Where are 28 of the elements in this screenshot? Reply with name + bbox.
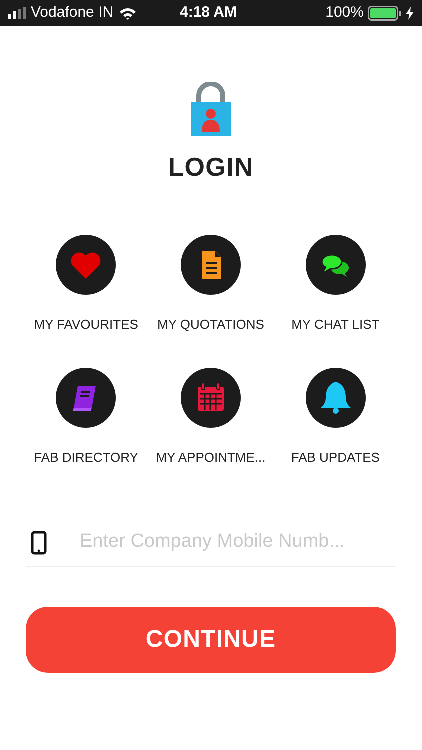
menu-tile[interactable]: MY QUOTATIONS bbox=[148, 235, 274, 334]
wifi-icon bbox=[118, 6, 137, 20]
menu-label: FAB DIRECTORY bbox=[34, 448, 138, 466]
bell-icon bbox=[306, 368, 366, 428]
chat-bubbles-icon bbox=[306, 235, 366, 295]
clock-time: 4:18 AM bbox=[180, 2, 237, 23]
battery-icon bbox=[368, 6, 402, 20]
menu-tile[interactable]: MY CHAT LIST bbox=[273, 235, 398, 334]
menu-tile[interactable]: FAB DIRECTORY bbox=[24, 368, 149, 467]
menu-label: MY APPOINTME... bbox=[156, 448, 266, 466]
page-title: LOGIN bbox=[168, 151, 254, 184]
phone-icon bbox=[31, 530, 47, 554]
menu-tile[interactable]: MY APPOINTME... bbox=[148, 368, 274, 467]
menu-tile[interactable]: MY FAVOURITES bbox=[24, 235, 149, 334]
padlock-user-icon bbox=[191, 82, 231, 136]
menu-label: MY CHAT LIST bbox=[292, 316, 380, 334]
document-icon bbox=[180, 235, 241, 295]
menu-label: FAB UPDATES bbox=[291, 448, 380, 466]
book-icon bbox=[56, 368, 116, 428]
signal-icon bbox=[8, 7, 26, 19]
calendar-icon bbox=[180, 368, 241, 428]
charging-icon bbox=[406, 6, 414, 20]
menu-tile[interactable]: FAB UPDATES bbox=[273, 368, 398, 467]
continue-button[interactable]: CONTINUE bbox=[26, 607, 396, 673]
carrier-name: Vodafone IN bbox=[31, 2, 114, 23]
menu-label: MY FAVOURITES bbox=[34, 316, 138, 334]
menu-label: MY QUOTATIONS bbox=[158, 316, 264, 334]
battery-percent: 100% bbox=[326, 2, 364, 23]
